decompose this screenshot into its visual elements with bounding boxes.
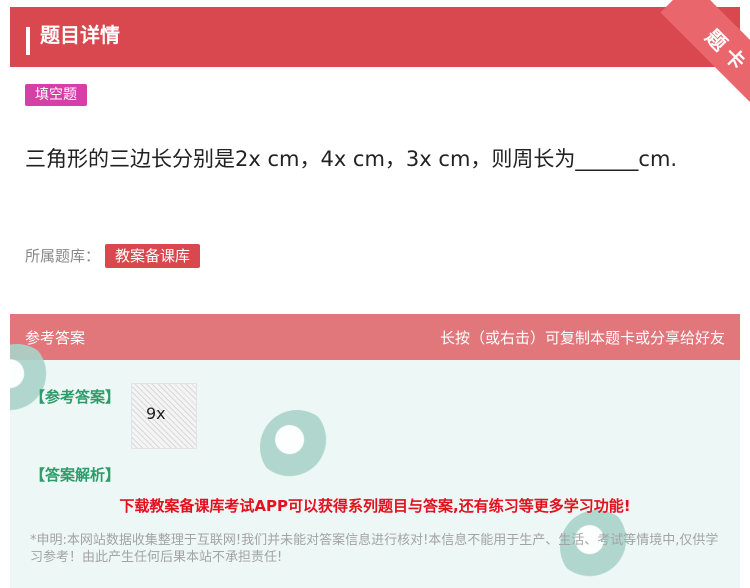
copy-share-hint: 长按（或右击）可复制本题卡或分享给好友 [439,329,725,347]
answer-header: 参考答案 长按（或右击）可复制本题卡或分享给好友 [10,314,740,360]
analysis-label: 【答案解析】 [30,466,121,484]
bank-badge[interactable]: 教案备课库 [105,244,201,268]
reference-answer-label: 【参考答案】 [30,388,121,406]
corner-ribbon-label: 题卡 [701,24,750,78]
question-type-tag: 填空题 [25,84,87,106]
page-header: 题目详情 [10,7,740,67]
download-app-promo[interactable]: 下载教案备课库考试APP可以获得系列题目与答案,还有练习等更多学习功能! [10,496,740,516]
corner-ribbon-band: 题卡 [660,0,750,110]
answer-image: 9x [131,383,197,449]
page-title: 题目详情 [40,23,120,47]
header-accent-bar [26,27,30,55]
watermark-logo-icon [260,410,334,484]
disclaimer-text: *申明:本网站数据收集整理于互联网!我们并未能对答案信息进行核对!本信息不能用于… [30,533,719,565]
answer-image-text: 9x [146,404,166,423]
answer-header-title: 参考答案 [25,329,86,347]
bank-label: 所属题库： [25,247,101,265]
question-text: 三角形的三边长分别是2x cm，4x cm，3x cm，则周长为______cm… [25,147,678,171]
answer-section: 参考答案 长按（或右击）可复制本题卡或分享给好友 【参考答案】 9x 【答案解析… [10,314,740,588]
corner-ribbon: 题卡 [640,0,750,110]
